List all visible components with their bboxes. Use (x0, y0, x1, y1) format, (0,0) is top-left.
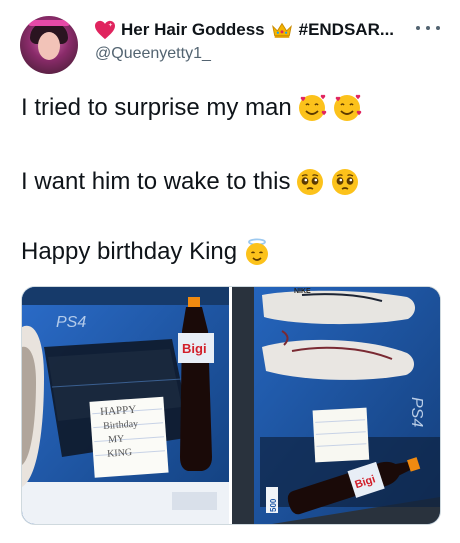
hashtag[interactable]: #ENDSAR... (299, 20, 394, 40)
angel-face-icon (246, 238, 269, 265)
crown-icon (271, 22, 292, 38)
box-label-500: 500 (269, 498, 278, 512)
sparkling-heart-icon (95, 20, 115, 40)
tweet-text-2: I want him to wake to this (21, 168, 291, 195)
tweet-text-1: I tried to surprise my man (21, 94, 292, 121)
handle[interactable]: @Queenyetty1_ (95, 45, 211, 63)
ps4-logo-right: PS4 (408, 397, 425, 427)
smiling-face-with-hearts-icon (333, 94, 362, 121)
note-line-1: HAPPY (100, 404, 137, 418)
tweet: Her Hair Goddess #ENDSAR... @Queenyetty1… (0, 0, 460, 543)
tweet-line-1: I tried to surprise my man (21, 93, 362, 123)
tweet-line-2: I want him to wake to this (21, 167, 360, 197)
pleading-face-icon (297, 169, 324, 195)
author-row: Her Hair Goddess #ENDSAR... (94, 20, 394, 40)
avatar[interactable] (20, 16, 78, 74)
display-name[interactable]: Her Hair Goddess (121, 20, 265, 40)
photo-right[interactable]: NIKE PS4 500 Bigi (232, 287, 440, 524)
tweet-line-3: Happy birthday King (21, 237, 272, 267)
ps4-logo-left: PS4 (56, 314, 86, 331)
note-line-4: KING (107, 447, 133, 460)
media-grid: HAPPY Birthday MY KING Bigi PS4 NIKE PS4… (21, 286, 441, 525)
bottle-label-left: Bigi (182, 341, 207, 356)
nike-label: NIKE (294, 288, 311, 295)
photo-left[interactable]: HAPPY Birthday MY KING Bigi PS4 (22, 287, 229, 524)
photo-right-illustration: NIKE PS4 500 Bigi (232, 287, 440, 524)
tweet-text-3: Happy birthday King (21, 238, 238, 265)
pleading-face-icon (332, 169, 359, 195)
note-line-3: MY (108, 434, 125, 446)
smiling-face-with-hearts-icon (298, 94, 327, 121)
photo-left-illustration: HAPPY Birthday MY KING Bigi PS4 (22, 287, 229, 524)
more-icon[interactable] (416, 22, 440, 34)
